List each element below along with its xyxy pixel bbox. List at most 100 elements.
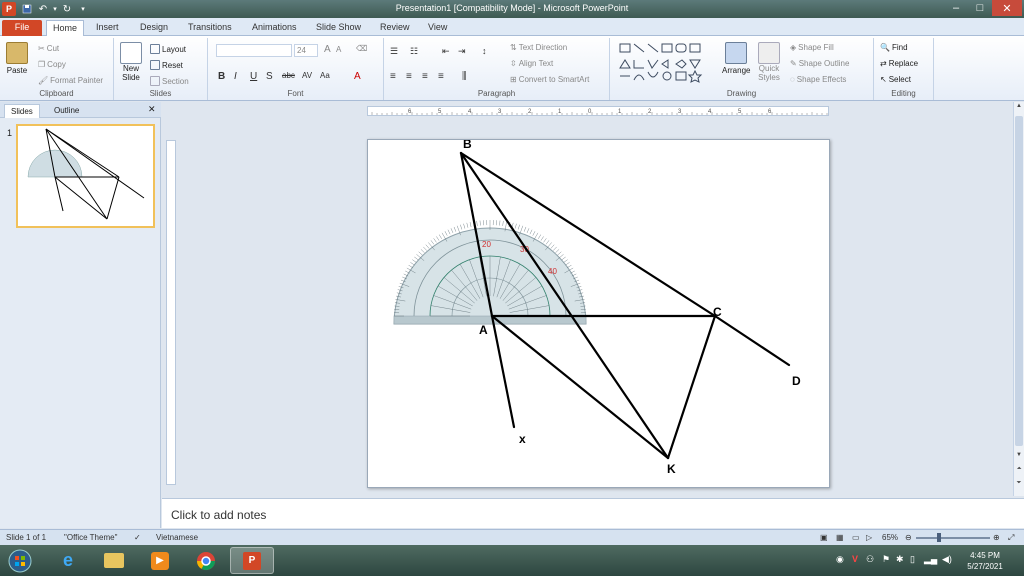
shrink-font-icon[interactable]: A — [336, 45, 341, 54]
layout-button[interactable]: Layout — [150, 44, 186, 54]
tab-design[interactable]: Design — [134, 20, 174, 36]
fit-to-window-icon[interactable]: ⤢ — [1008, 533, 1014, 543]
scroll-up-icon[interactable]: ▲ — [1014, 103, 1024, 113]
shape-effects-button[interactable]: ◌ Shape Effects — [790, 75, 846, 84]
zoom-slider-thumb[interactable] — [937, 533, 941, 542]
tray-signal-icon[interactable]: ▂▄ — [924, 554, 937, 565]
vertical-ruler[interactable] — [166, 140, 176, 485]
tab-animations[interactable]: Animations — [246, 20, 303, 36]
tray-flag-icon[interactable]: ⚑ — [882, 554, 890, 565]
protractor-tick — [561, 256, 566, 261]
tray-bluetooth-icon[interactable]: ✱ — [896, 554, 904, 565]
change-case-icon[interactable]: Aa — [320, 71, 330, 80]
slide-canvas[interactable]: 20 30 40 B A C D K x — [367, 137, 830, 488]
justify-icon[interactable]: ≡ — [438, 71, 444, 82]
tab-transitions[interactable]: Transitions — [182, 20, 238, 36]
taskbar-clock[interactable]: 4:45 PM 5/27/2021 — [955, 550, 1015, 572]
paste-button[interactable]: Paste — [6, 42, 28, 75]
arrange-button[interactable]: Arrange — [722, 42, 750, 75]
slide-sorter-icon[interactable]: ▦ — [836, 533, 844, 542]
notes-pane[interactable]: Click to add notes — [162, 498, 1024, 528]
tab-view[interactable]: View — [422, 20, 453, 36]
internet-explorer-icon[interactable]: e — [46, 547, 90, 574]
decrease-indent-icon[interactable]: ⇤ — [442, 46, 450, 57]
zoom-slider[interactable] — [916, 537, 990, 539]
copy-button[interactable]: ❐ Copy — [38, 60, 66, 69]
shape-fill-button[interactable]: ◈ Shape Fill — [790, 43, 834, 52]
minimize-button[interactable]: – — [944, 0, 968, 16]
horizontal-ruler[interactable]: 6 5 4 3 2 1 0 1 2 3 4 5 6 — [367, 106, 829, 116]
convert-smartart-button[interactable]: ⊞ Convert to SmartArt — [510, 75, 589, 84]
new-slide-button[interactable]: New Slide — [120, 42, 142, 82]
close-pane-icon[interactable]: ✕ — [148, 104, 156, 115]
scroll-down-icon[interactable]: ▼ — [1014, 452, 1024, 462]
bold-icon[interactable]: B — [218, 71, 225, 82]
tray-antivirus-icon[interactable]: V — [852, 554, 858, 564]
strikethrough-icon[interactable]: abc — [282, 71, 295, 80]
file-explorer-icon[interactable] — [92, 547, 136, 574]
scroll-thumb[interactable] — [1015, 116, 1023, 446]
tab-slides[interactable]: Slides — [4, 104, 40, 118]
tray-network-icon[interactable]: ⚇ — [866, 554, 874, 565]
line-spacing-icon[interactable]: ↕ — [482, 46, 487, 56]
shadow-icon[interactable]: S — [266, 71, 273, 82]
maximize-button[interactable]: □ — [968, 0, 992, 16]
cut-button[interactable]: ✂ Cut — [38, 44, 59, 53]
slide-show-icon[interactable]: ▷ — [866, 533, 872, 542]
font-color-icon[interactable]: A — [354, 71, 361, 82]
text-direction-button[interactable]: ⇅ Text Direction — [510, 43, 567, 52]
tray-chat-icon[interactable]: ◉ — [836, 554, 844, 565]
next-slide-icon[interactable]: ⏷ — [1014, 480, 1024, 490]
theme-name[interactable]: "Office Theme" — [64, 533, 117, 542]
spell-check-icon[interactable]: ✓ — [134, 533, 141, 542]
shapes-gallery[interactable] — [618, 42, 714, 84]
tab-review[interactable]: Review — [374, 20, 416, 36]
grow-font-icon[interactable]: A — [324, 44, 331, 55]
align-right-icon[interactable]: ≡ — [422, 71, 428, 82]
font-name-combo[interactable] — [216, 44, 292, 57]
shape-outline-button[interactable]: ✎ Shape Outline — [790, 59, 849, 68]
tab-file[interactable]: File — [2, 20, 42, 36]
character-spacing-icon[interactable]: AV — [302, 71, 312, 80]
powerpoint-taskbar-icon[interactable]: P — [230, 547, 274, 574]
normal-view-icon[interactable]: ▣ — [820, 533, 828, 542]
columns-icon[interactable]: ⫼ — [462, 71, 467, 82]
start-button[interactable] — [2, 547, 38, 574]
chrome-icon[interactable] — [184, 547, 228, 574]
find-button[interactable]: 🔍 Find — [880, 43, 908, 52]
tab-slide-show[interactable]: Slide Show — [310, 20, 367, 36]
previous-slide-icon[interactable]: ⏶ — [1014, 466, 1024, 476]
tray-battery-icon[interactable]: ▯ — [910, 554, 915, 565]
vertical-scrollbar[interactable]: ▲ ▼ ⏶ ⏷ — [1013, 102, 1024, 496]
font-size-combo[interactable]: 24 — [294, 44, 318, 57]
align-center-icon[interactable]: ≡ — [406, 71, 412, 82]
numbering-icon[interactable]: ☷ — [410, 46, 418, 57]
tab-outline[interactable]: Outline — [48, 104, 85, 118]
reset-button[interactable]: Reset — [150, 60, 183, 70]
align-text-button[interactable]: ⇳ Align Text — [510, 59, 553, 68]
bullets-icon[interactable]: ☰ — [390, 46, 398, 57]
language-indicator[interactable]: Vietnamese — [156, 533, 198, 542]
replace-button[interactable]: ⇄ Replace — [880, 59, 918, 68]
zoom-in-icon[interactable]: ⊕ — [993, 533, 1000, 542]
tab-insert[interactable]: Insert — [90, 20, 125, 36]
protractor-tick — [436, 236, 440, 241]
slide-thumbnail[interactable] — [16, 124, 155, 228]
select-button[interactable]: ↖ Select — [880, 75, 911, 84]
zoom-level[interactable]: 65% — [882, 533, 898, 542]
italic-icon[interactable]: I — [234, 71, 237, 82]
zoom-out-icon[interactable]: ⊖ — [905, 533, 912, 542]
quick-styles-button[interactable]: Quick Styles — [758, 42, 780, 82]
reading-view-icon[interactable]: ▭ — [852, 533, 860, 542]
close-button[interactable]: ✕ — [992, 0, 1022, 16]
underline-icon[interactable]: U — [250, 71, 257, 82]
section-button[interactable]: Section — [150, 76, 189, 86]
clear-formatting-icon[interactable]: ⌫ — [356, 44, 367, 53]
format-painter-button[interactable]: 🖌 Format Painter — [38, 76, 103, 85]
increase-indent-icon[interactable]: ⇥ — [458, 46, 466, 57]
align-left-icon[interactable]: ≡ — [390, 71, 396, 82]
protractor-tick — [438, 234, 442, 239]
tab-home[interactable]: Home — [46, 20, 85, 36]
media-player-icon[interactable]: ▶ — [138, 547, 182, 574]
tray-volume-icon[interactable]: ◀) — [942, 554, 952, 565]
